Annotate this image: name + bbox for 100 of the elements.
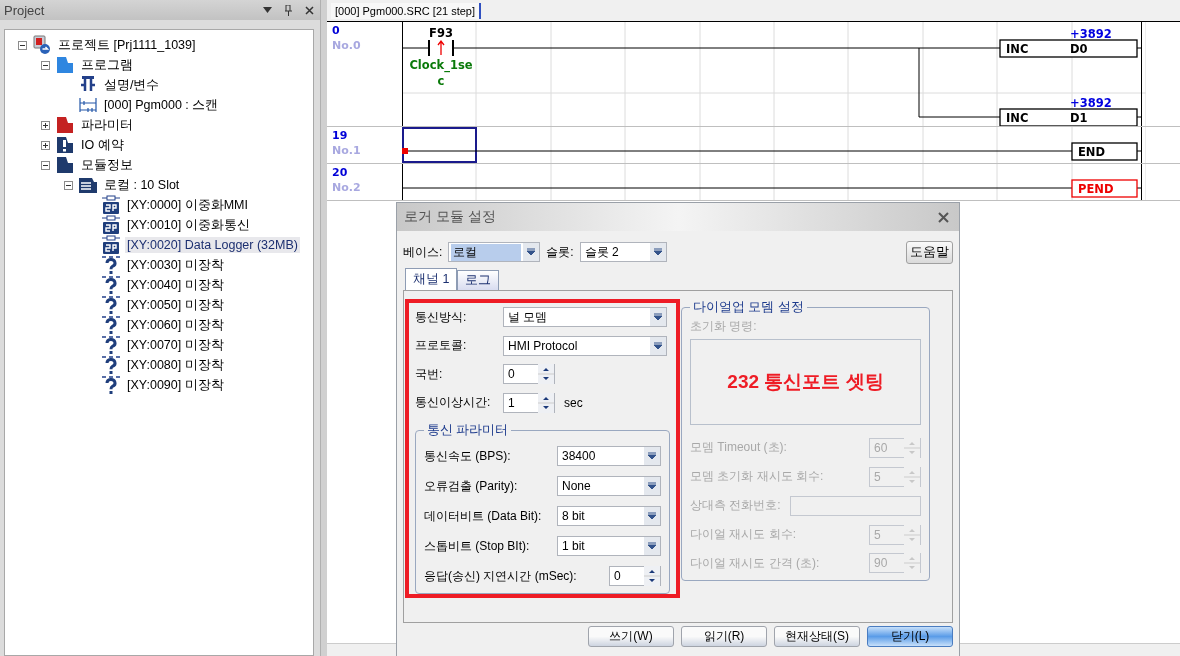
tree-item[interactable]: [XY:0040] 미장착 <box>125 275 226 295</box>
rising-edge-contact-icon <box>428 39 454 57</box>
slot-dropdown[interactable]: 슬롯 2 <box>579 242 667 262</box>
tab[interactable]: 채널 1 <box>405 268 458 290</box>
field-label: 슬롯: <box>546 243 574 261</box>
operand-value: +3892 <box>1070 96 1112 110</box>
dropdown-field[interactable]: 1 bit <box>557 536 661 556</box>
spin-field[interactable]: 1 <box>503 392 555 413</box>
spin-arrows-icon[interactable] <box>538 364 554 385</box>
tree-item[interactable]: [XY:0070] 미장착 <box>125 335 226 355</box>
ladder-icon <box>78 95 98 115</box>
dialog-button[interactable]: 현재상태(S) <box>774 626 860 647</box>
tree-item[interactable]: 프로젝트 [Prj1111_1039] <box>56 35 198 55</box>
tree-item[interactable]: 프로그램 <box>79 55 135 75</box>
expand-icon[interactable] <box>41 140 50 150</box>
tree-item[interactable]: [000] Pgm000 : 스캔 <box>102 95 221 115</box>
collapse-icon[interactable] <box>41 160 50 170</box>
tree-item[interactable]: [XY:0010] 이중화통신 <box>125 215 252 235</box>
tree-item[interactable]: [XY:0090] 미장착 <box>125 375 226 395</box>
device-comment: c <box>437 74 445 88</box>
spin-field[interactable]: 0 <box>503 364 555 385</box>
question-mark-icon <box>101 335 121 355</box>
dropdown-field[interactable]: 널 모뎀 <box>503 307 667 328</box>
close-icon[interactable] <box>305 5 314 15</box>
field-label: 프로토콜: <box>415 337 468 355</box>
folder-icon <box>55 55 75 75</box>
module-icon <box>101 215 121 235</box>
tree-item[interactable]: [XY:0080] 미장착 <box>125 355 226 375</box>
base-dropdown[interactable]: 로컬 <box>448 242 541 262</box>
tree-item[interactable]: 설명/변수 <box>102 75 162 95</box>
dropdown-field[interactable]: None <box>557 476 661 496</box>
spin-arrows-icon[interactable] <box>644 566 660 586</box>
close-icon[interactable] <box>938 211 949 223</box>
editor-tab[interactable]: [000] Pgm000.SRC [21 step] <box>331 2 482 19</box>
spin-field[interactable]: 0 <box>609 566 661 586</box>
field-label: 오류검출 (Parity): <box>424 477 518 495</box>
tab[interactable]: 로그 <box>457 270 500 290</box>
tree-item[interactable]: IO 예약 <box>79 135 126 155</box>
field-label: 초기화 명령: <box>690 318 758 335</box>
question-mark-icon <box>101 255 121 275</box>
instruction-name: INC <box>1006 111 1029 125</box>
folder-icon <box>55 155 75 175</box>
collapse-icon[interactable] <box>41 60 50 70</box>
dialog-button[interactable]: 쓰기(W) <box>588 626 674 647</box>
warning-folder-icon <box>55 135 75 155</box>
tree-item[interactable]: [XY:0030] 미장착 <box>125 255 226 275</box>
collapse-icon[interactable] <box>18 40 27 50</box>
device-label: F93 <box>429 26 453 40</box>
field-label: 상대측 전화번호: <box>690 497 781 514</box>
rung-number: No.0 <box>332 39 362 52</box>
unit-label: sec <box>564 395 583 410</box>
dialog-button[interactable]: 읽기(R) <box>681 626 767 647</box>
dropdown-field[interactable]: 8 bit <box>557 506 661 526</box>
step-number: 20 <box>332 166 349 179</box>
expand-icon[interactable] <box>41 120 50 130</box>
field-label: 다이얼 재시도 간격 (초): <box>690 555 820 572</box>
dropdown-caret-icon[interactable] <box>263 7 272 13</box>
field-label: 통신이상시간: <box>415 394 492 412</box>
panel-title: Project <box>4 2 46 18</box>
operand-label: D1 <box>1070 111 1088 125</box>
field-label: 통신속도 (BPS): <box>424 447 511 465</box>
cursor-marker <box>402 148 408 154</box>
step-number: 0 <box>332 24 341 37</box>
dropdown-field[interactable]: 38400 <box>557 446 661 466</box>
rack-icon <box>78 175 98 195</box>
spin-arrows-icon[interactable] <box>538 392 554 413</box>
operand-label: D0 <box>1070 42 1088 56</box>
field-label: 통신방식: <box>415 308 468 326</box>
tree-item[interactable]: [XY:0020] Data Logger (32MB) <box>125 237 300 253</box>
annotation-text: 232 통신포트 셋팅 <box>727 370 884 395</box>
dialog-button[interactable]: 닫기(L) <box>867 626 953 647</box>
tree-item[interactable]: [XY:0050] 미장착 <box>125 295 226 315</box>
field-label: 스톱비트 (Stop BIt): <box>424 537 530 555</box>
field-label: 국번: <box>415 365 444 383</box>
tree-item[interactable]: [XY:0000] 이중화MMI <box>125 195 250 215</box>
module-icon <box>101 195 121 215</box>
tree-item[interactable]: [XY:0060] 미장착 <box>125 315 226 335</box>
collapse-icon[interactable] <box>64 180 73 190</box>
question-mark-icon <box>101 295 121 315</box>
tree-item[interactable]: 파라미터 <box>79 115 135 135</box>
field-label: 모뎀 초기화 재시도 회수: <box>690 468 824 486</box>
dialog-title: 로거 모듈 설정 <box>404 208 496 226</box>
pin-icon[interactable] <box>284 4 293 16</box>
tree-item[interactable]: 모듈정보 <box>79 155 135 175</box>
module-icon <box>101 235 121 255</box>
folder-icon <box>55 115 75 135</box>
field-label: 데이터비트 (Data Bit): <box>424 507 542 525</box>
tree-item[interactable]: 로컬 : 10 Slot <box>102 175 182 195</box>
group-title: 통신 파라미터 <box>426 422 510 439</box>
group-title: 다이얼업 모뎀 설정 <box>692 299 805 316</box>
step-number: 19 <box>332 129 349 142</box>
help-button[interactable]: 도움말 <box>906 240 953 264</box>
dropdown-field[interactable]: HMI Protocol <box>503 335 667 356</box>
question-mark-icon <box>101 375 121 395</box>
instruction-name: INC <box>1006 42 1029 56</box>
field-label: 베이스: <box>403 243 443 261</box>
instruction-name: END <box>1078 145 1106 159</box>
field-label: 다이얼 재시도 회수: <box>690 526 796 543</box>
field-label: 응답(송신) 지연시간 (mSec): <box>424 567 577 585</box>
instruction-name: PEND <box>1078 182 1114 196</box>
